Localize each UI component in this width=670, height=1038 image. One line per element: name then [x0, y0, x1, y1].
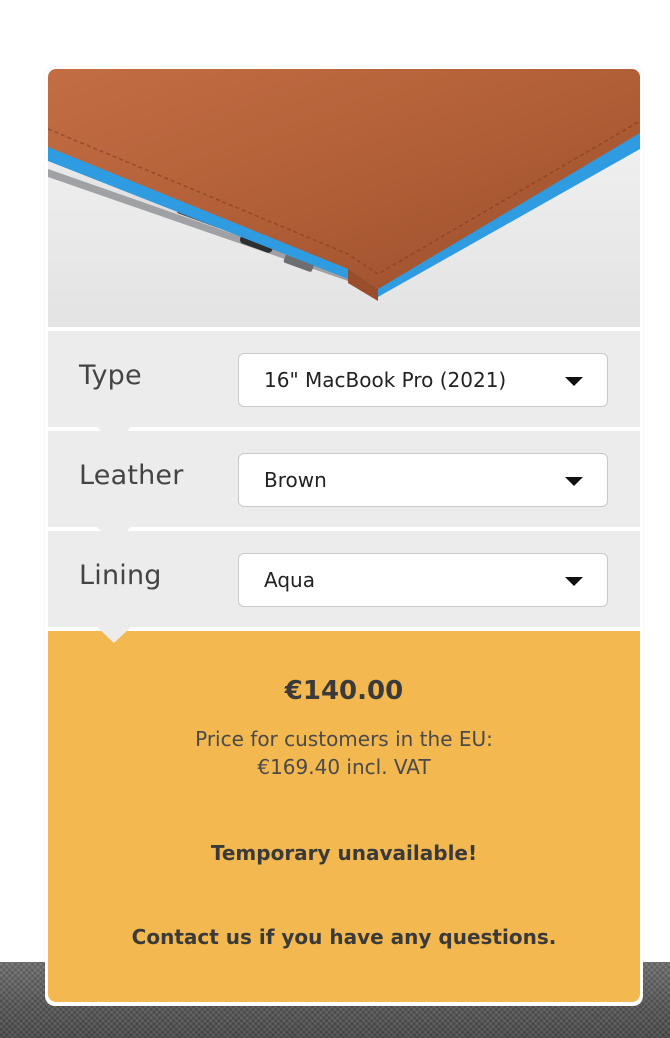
lining-select-value: Aqua [264, 568, 315, 592]
option-row-type: Type 16" MacBook Pro (2021) [48, 331, 640, 427]
eu-price-value: €169.40 incl. VAT [257, 755, 431, 779]
price-panel: €140.00 Price for customers in the EU: €… [48, 631, 640, 1002]
type-select-value: 16" MacBook Pro (2021) [264, 368, 507, 392]
price: €140.00 [284, 676, 404, 706]
leather-select[interactable]: Brown [238, 453, 608, 507]
option-row-lining: Lining Aqua [48, 531, 640, 627]
lining-select[interactable]: Aqua [238, 553, 608, 607]
caret-down-icon [565, 377, 583, 386]
row-divider-notch [97, 627, 131, 643]
leather-select-value: Brown [264, 468, 327, 492]
caret-down-icon [565, 577, 583, 586]
option-row-leather: Leather Brown [48, 431, 640, 527]
eu-price-label: Price for customers in the EU: [195, 727, 493, 751]
type-select[interactable]: 16" MacBook Pro (2021) [238, 353, 608, 407]
option-label-lining: Lining [79, 560, 162, 591]
contact-message: Contact us if you have any questions. [131, 925, 557, 949]
caret-down-icon [565, 477, 583, 486]
option-label-leather: Leather [79, 460, 184, 491]
option-label-type: Type [79, 360, 142, 391]
product-photo [48, 69, 640, 327]
availability-status: Temporary unavailable! [210, 841, 478, 865]
